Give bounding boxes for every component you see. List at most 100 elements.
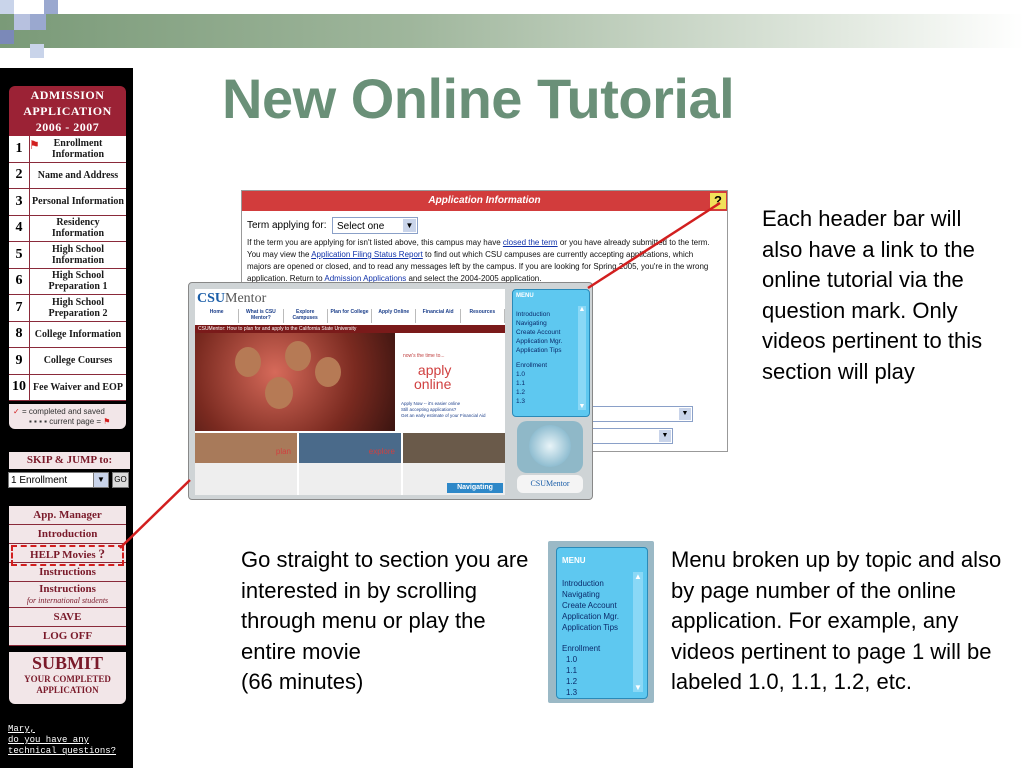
menu-item[interactable]: 1.2 xyxy=(562,676,619,687)
menu-item[interactable]: Enrollment xyxy=(562,643,619,654)
apply-online-banner[interactable]: apply online xyxy=(414,363,451,391)
step-label: High School Preparation 2 xyxy=(48,296,108,319)
csu-nav-item[interactable]: Plan for College xyxy=(328,309,373,323)
chevron-up-icon[interactable]: ▲ xyxy=(633,572,643,581)
sidebar-header-line-3: 2006 - 2007 xyxy=(35,120,100,134)
log-off-link[interactable]: LOG OFF xyxy=(9,627,126,646)
menu-item[interactable]: Create Account xyxy=(516,328,562,337)
menu-item[interactable]: 1.1 xyxy=(562,665,619,676)
question-mark-icon[interactable]: ? xyxy=(710,193,726,209)
students-photo xyxy=(195,333,395,431)
menu-scrollbar[interactable]: ▲ ▼ xyxy=(578,306,586,410)
menu-item[interactable]: 1.1 xyxy=(516,379,562,388)
step-item-1[interactable]: 1 Enrollment Information ⚑ xyxy=(9,136,126,163)
select-field[interactable]: ▼ xyxy=(590,406,693,422)
menu-item[interactable]: Application Tips xyxy=(516,346,562,355)
list-item[interactable]: Get an early estimate of your Financial … xyxy=(401,413,486,419)
step-item-4[interactable]: 4 Residency Information xyxy=(9,215,126,242)
step-label: Fee Waiver and EOP xyxy=(33,381,123,393)
mary-line-1: Mary, xyxy=(8,724,36,734)
chevron-up-icon[interactable]: ▲ xyxy=(578,306,586,313)
step-item-3[interactable]: 3 Personal Information xyxy=(9,189,126,216)
international-instructions-link[interactable]: Instructions for international students xyxy=(9,582,126,608)
step-number: 1 xyxy=(9,136,30,162)
save-link[interactable]: SAVE xyxy=(9,608,126,627)
header-bar-note: Each header bar will also have a link to… xyxy=(762,206,983,384)
step-item-7[interactable]: 7 High School Preparation 2 xyxy=(9,295,126,322)
explore-feature[interactable]: explore xyxy=(299,433,401,495)
term-label: Term applying for: xyxy=(247,220,327,231)
menu-closeup-panel[interactable]: MENU Introduction Navigating Create Acco… xyxy=(556,547,648,699)
tutorial-menu-panel[interactable]: MENU Introduction Navigating Create Acco… xyxy=(512,289,590,417)
skip-jump-select[interactable]: 1 Enrollment ▼ xyxy=(8,472,109,488)
app-manager-link[interactable]: App. Manager xyxy=(9,506,126,525)
menu-item[interactable]: 1.3 xyxy=(562,687,619,698)
menu-item[interactable]: Application Mgr. xyxy=(516,337,562,346)
step-item-2[interactable]: 2 Name and Address xyxy=(9,162,126,189)
menu-item[interactable]: Navigating xyxy=(516,319,562,328)
logo-mentor: Mentor xyxy=(225,291,267,306)
csu-nav-item[interactable]: Financial Aid xyxy=(416,309,461,323)
submit-label: SUBMIT xyxy=(31,653,103,673)
go-button[interactable]: GO xyxy=(112,472,129,488)
step-item-10[interactable]: 10 Fee Waiver and EOP xyxy=(9,374,126,401)
play-dial-icon[interactable] xyxy=(529,425,571,467)
submit-line-1: YOUR COMPLETED xyxy=(24,674,111,684)
menu-item[interactable]: 1.3 xyxy=(516,397,562,406)
step-number: 8 xyxy=(9,321,30,347)
step-label: Enrollment Information xyxy=(51,137,105,160)
step-number: 6 xyxy=(9,268,30,294)
chevron-down-icon: ▼ xyxy=(93,473,108,487)
select-field[interactable]: ▼ xyxy=(590,428,673,444)
mary-line-3: technical questions? xyxy=(8,746,117,756)
chevron-down-icon: ▼ xyxy=(403,219,416,232)
term-value: Select one xyxy=(337,221,385,232)
explore-label: explore xyxy=(368,447,395,456)
menu-item[interactable]: Navigating xyxy=(562,589,619,600)
technical-questions-link[interactable]: Mary, do you have any technical question… xyxy=(8,724,128,757)
menu-item[interactable]: Application Mgr. xyxy=(562,611,619,622)
menu-item[interactable]: Create Account xyxy=(562,600,619,611)
menu-item[interactable]: 1.2 xyxy=(516,388,562,397)
movie-duration-text: (66 minutes) xyxy=(241,669,364,694)
step-item-5[interactable]: 5 High School Information xyxy=(9,242,126,269)
step-item-6[interactable]: 6 High School Preparation 1 xyxy=(9,268,126,295)
filing-status-link[interactable]: Application Filing Status Report xyxy=(311,250,423,259)
step-label: Personal Information xyxy=(32,196,124,208)
csu-nav-item[interactable]: Explore Campuses xyxy=(284,309,328,323)
step-label: College Information xyxy=(34,328,122,340)
menu-item[interactable]: Introduction xyxy=(516,310,562,319)
submit-application-button[interactable]: SUBMIT YOUR COMPLETED APPLICATION xyxy=(9,652,126,704)
logo-csu: CSU xyxy=(197,291,226,306)
menu-item[interactable]: Application Tips xyxy=(562,622,619,633)
csu-bullet-list: Apply Now -- it's easier online Still ac… xyxy=(401,401,486,419)
menu-scrollbar[interactable]: ▲ ▼ xyxy=(633,572,643,692)
submit-line-2: APPLICATION xyxy=(36,685,99,695)
menu-item[interactable]: 1.0 xyxy=(516,370,562,379)
step-number: 5 xyxy=(9,242,30,268)
legend-completed: = completed and saved xyxy=(21,407,105,416)
step-item-9[interactable]: 9 College Courses xyxy=(9,348,126,375)
csu-nav-item[interactable]: Resources xyxy=(461,309,505,323)
chevron-down-icon[interactable]: ▼ xyxy=(633,683,643,692)
step-number: 4 xyxy=(9,215,30,241)
chevron-down-icon[interactable]: ▼ xyxy=(578,403,586,410)
step-label: Residency Information xyxy=(51,217,105,240)
menu-item[interactable]: Introduction xyxy=(562,578,619,589)
menu-item[interactable]: Enrollment xyxy=(516,361,562,370)
menu-topics-note: Menu broken up by topic and also by page… xyxy=(671,547,1002,694)
chevron-down-icon: ▼ xyxy=(679,408,691,420)
chevron-down-icon: ▼ xyxy=(659,430,671,442)
csu-nav-item[interactable]: What is CSU Mentor? xyxy=(239,309,284,323)
step-number: 10 xyxy=(9,374,30,400)
csu-nav-item[interactable]: Home xyxy=(195,309,240,323)
playback-control[interactable] xyxy=(517,421,583,473)
plan-feature[interactable]: plan xyxy=(195,433,297,495)
csu-nav-item[interactable]: Apply Online xyxy=(372,309,417,323)
menu-item[interactable]: 1.0 xyxy=(562,654,619,665)
step-number: 7 xyxy=(9,295,30,321)
closed-term-link[interactable]: closed the term xyxy=(503,238,558,247)
step-item-8[interactable]: 8 College Information xyxy=(9,321,126,348)
introduction-link[interactable]: Introduction xyxy=(9,525,126,544)
term-select[interactable]: Select one ▼ xyxy=(332,217,418,234)
